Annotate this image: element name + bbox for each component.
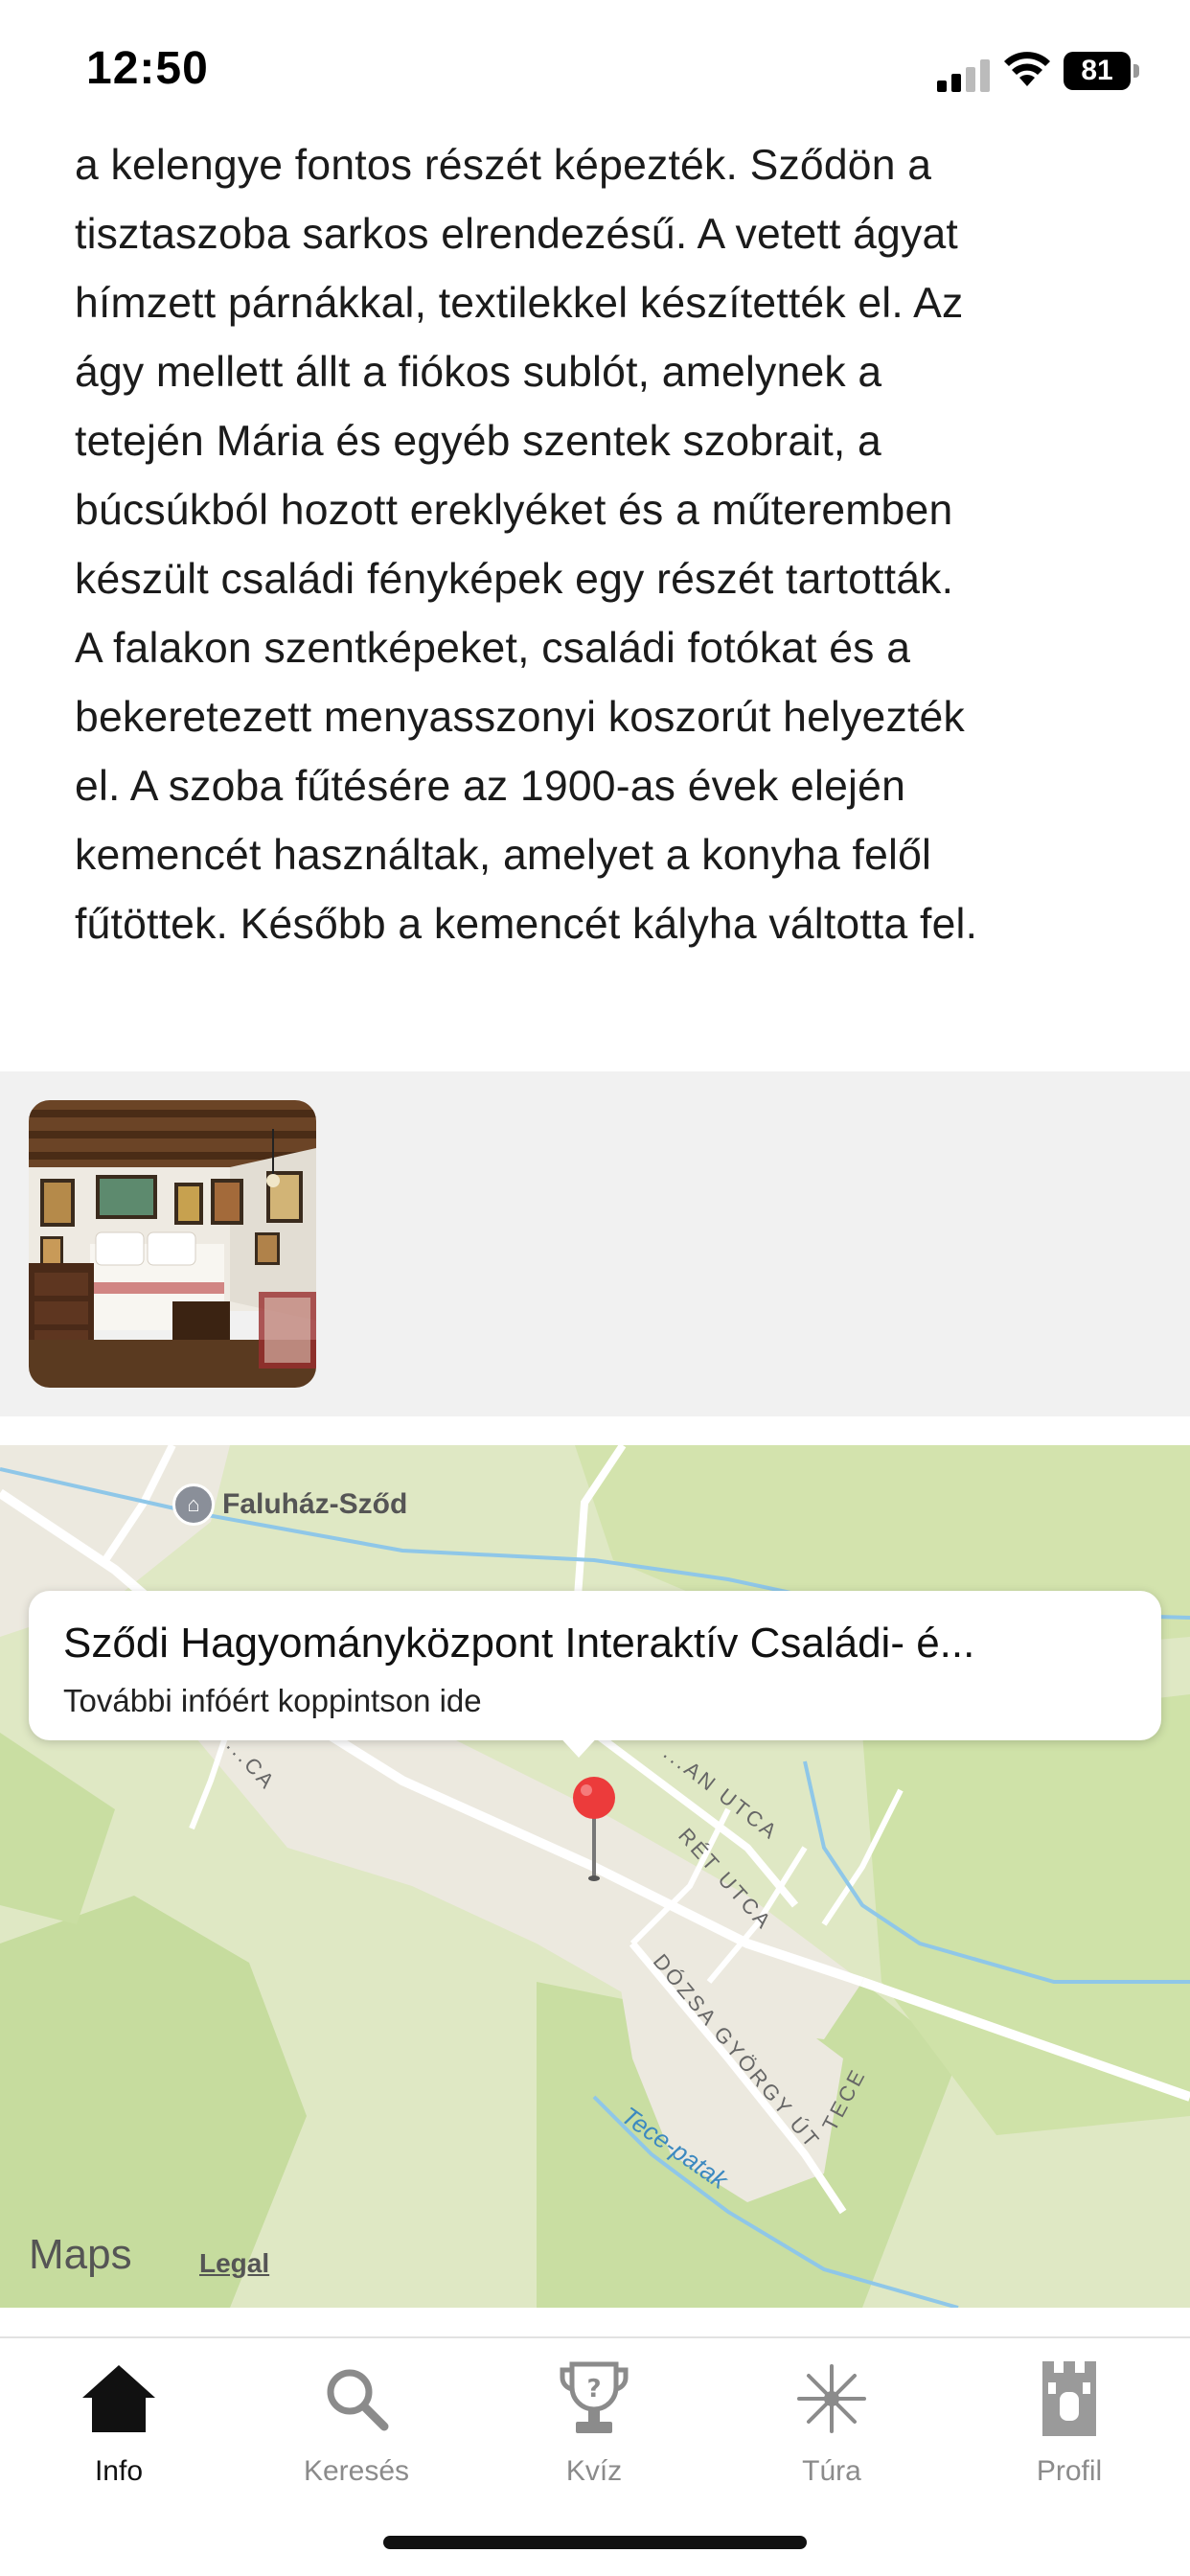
status-bar: 12:50 81 [0, 0, 1190, 144]
poi-faluhaz[interactable]: ⌂ Faluház-Sződ [172, 1484, 407, 1526]
apple-maps-logo: Maps [27, 2231, 132, 2279]
gallery-thumbnail[interactable] [29, 1100, 316, 1388]
article-line: készült családi fényképek egy részét tar… [75, 556, 954, 603]
battery-icon: 81 [1064, 52, 1140, 90]
cellular-signal-icon [937, 59, 990, 92]
article-line: a kelengye fontos részét képezték. Sződö… [75, 142, 932, 189]
house-icon [23, 2356, 215, 2442]
map-canvas [0, 1445, 1190, 2308]
tab-label: Info [94, 2455, 144, 2487]
article-line: hímzett párnákkal, textilekkel készített… [75, 280, 964, 327]
compass-star-icon [736, 2356, 927, 2442]
tab-info[interactable]: Info [23, 2356, 215, 2499]
callout-title: Sződi Hagyományközpont Interaktív Család… [63, 1620, 975, 1667]
tab-label: Keresés [303, 2455, 410, 2487]
search-icon [261, 2356, 452, 2442]
article-line: bekeretezett menyasszonyi koszorút helye… [75, 694, 965, 741]
tab-search[interactable]: Keresés [261, 2356, 452, 2499]
article-line: kemencét használtak, amelyet a konyha fe… [75, 832, 932, 879]
poi-label: Faluház-Sződ [222, 1488, 408, 1520]
article-line: tetején Mária és egyéb szentek szobrait,… [75, 418, 881, 465]
article-line: el. A szoba fűtésére az 1900-as évek ele… [75, 763, 906, 810]
article-line: fűtöttek. Később a kemencét kályha válto… [75, 901, 978, 948]
maps-brand-label: Maps [29, 2231, 132, 2278]
trophy-icon: ? [498, 2356, 690, 2442]
wifi-icon [1004, 52, 1050, 86]
museum-icon: ⌂ [172, 1484, 215, 1526]
tab-label: Profil [1036, 2455, 1103, 2487]
tab-profile[interactable]: Profil [973, 2356, 1165, 2499]
svg-text:?: ? [586, 2375, 601, 2404]
tab-tour[interactable]: Túra [736, 2356, 927, 2499]
map-legal-link[interactable]: Legal [199, 2248, 269, 2279]
tab-quiz[interactable]: ? Kvíz [498, 2356, 690, 2499]
article-line: A falakon szentképeket, családi fotókat … [75, 625, 911, 672]
battery-tip [1133, 64, 1139, 78]
room-photo-image [29, 1100, 316, 1388]
battery-level: 81 [1064, 52, 1131, 90]
screen: 12:50 81 a kelengye fontos részét képezt… [0, 0, 1190, 2576]
status-time: 12:50 [86, 43, 209, 94]
article-body: a kelengye fontos részét képezték. Sződö… [75, 131, 1129, 959]
map-view[interactable]: ⌂ Faluház-Sződ Sződi Hagyományközpont In… [0, 1445, 1190, 2308]
callout-subtitle: További infóért koppintson ide [63, 1683, 482, 1718]
photo-gallery [0, 1071, 1190, 1416]
article-line: tisztaszoba sarkos elrendezésű. A vetett… [75, 211, 958, 258]
callout-arrow [556, 1733, 602, 1758]
tab-label: Túra [802, 2455, 861, 2487]
map-callout[interactable]: Sződi Hagyományközpont Interaktív Család… [29, 1591, 1161, 1740]
article-line: búcsúkból hozott ereklyéket és a műterem… [75, 487, 953, 534]
article-line: ágy mellett állt a fiókos sublót, amelyn… [75, 349, 882, 396]
home-indicator[interactable] [383, 2536, 807, 2549]
tower-icon [973, 2356, 1165, 2442]
tab-label: Kvíz [565, 2455, 623, 2487]
